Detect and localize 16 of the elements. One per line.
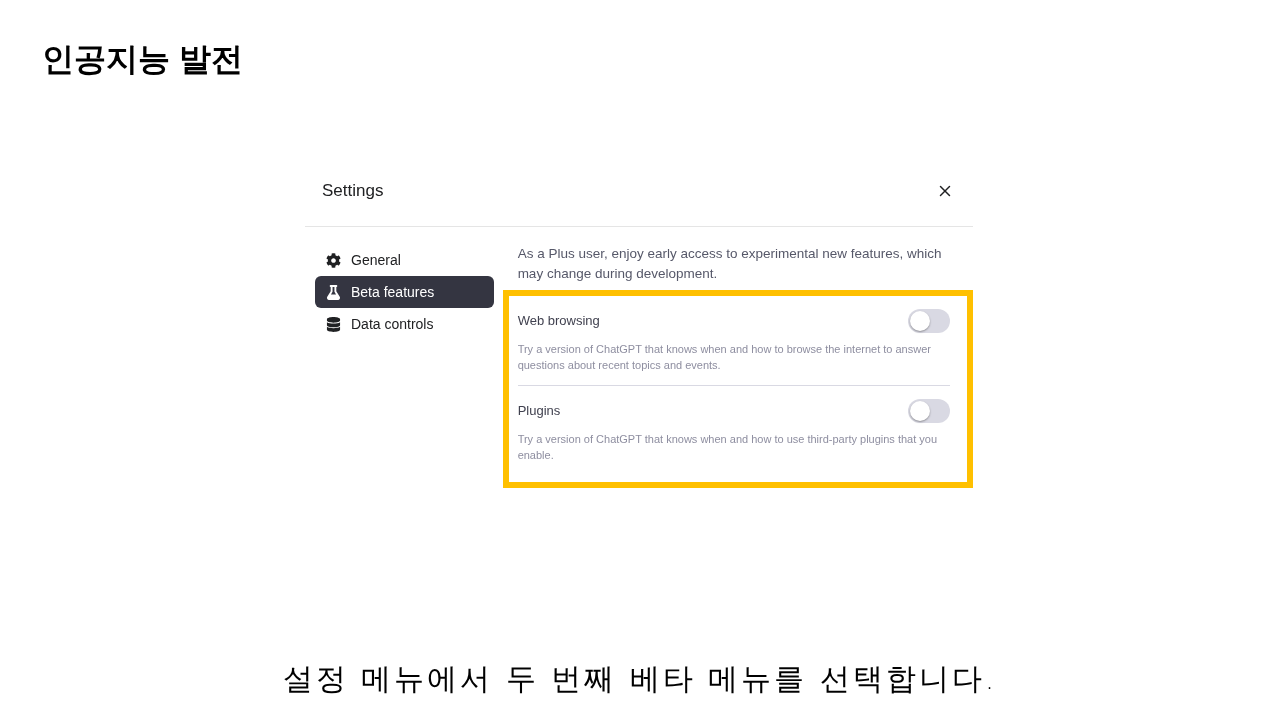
intro-text: As a Plus user, enjoy early access to experimental new features, which may change during development. (516, 245, 943, 283)
sidebar-item[interactable]: General (315, 244, 494, 276)
feature-description: Try a version of ChatGPT that knows when and how to use third-party plugins that you enable. (517, 432, 939, 463)
dialog-title: Settings (322, 179, 384, 202)
sidebar-item[interactable]: Data controls (315, 308, 494, 340)
toggle-switch[interactable] (908, 309, 950, 333)
slide-title: 인공지능 발전 (42, 40, 243, 79)
sidebar-item[interactable]: Beta features (315, 276, 494, 308)
feature-label: Web browsing (517, 312, 600, 331)
toggle-switch[interactable] (908, 399, 950, 423)
feature-description: Try a version of ChatGPT that knows when and how to browse the internet to answer questions about recent topics and events. (517, 342, 932, 373)
slide-caption: 설정 메뉴에서 두 번째 베타 메뉴를 선택합니다. (282, 660, 998, 698)
feature-label: Plugins (517, 402, 561, 421)
flask-icon (326, 284, 341, 300)
database-icon (326, 316, 341, 332)
gear-icon (326, 252, 341, 268)
